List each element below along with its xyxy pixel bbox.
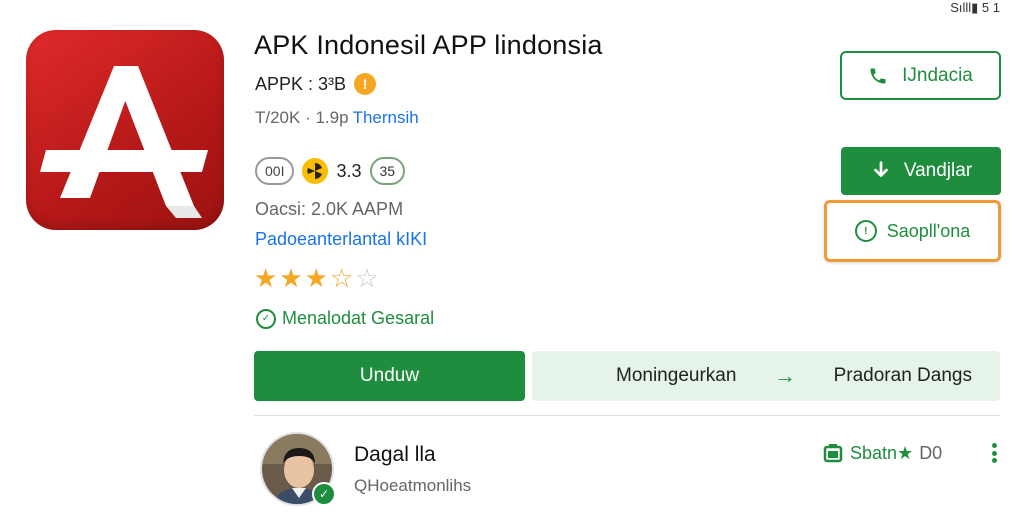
more-vert-icon[interactable] [986, 440, 1002, 466]
star-icon: ★ [254, 263, 278, 293]
stats-row: 00I 3.3 35 [255, 157, 406, 185]
general-row: ✓ Menalodat Gesaral [256, 308, 434, 329]
general-label: Menalodat Gesaral [282, 308, 435, 328]
app-logo-icon [26, 30, 224, 230]
developer-prefix: T/20K · 1.9p [255, 108, 349, 127]
app-link[interactable]: Padoeanterlantal kIKI [255, 229, 427, 250]
contact-label: IJndacia [902, 64, 973, 86]
contact-button[interactable]: IJndacia [840, 51, 1001, 100]
check-circle-icon: ✓ [256, 308, 276, 329]
user-handle: QHoeatmonlihs [354, 476, 472, 495]
avatar[interactable]: ✓ [260, 432, 336, 506]
user-name: Dagal lla [354, 443, 436, 466]
app-size: APPK : 3³B [255, 73, 347, 94]
clock-icon: ! [854, 220, 877, 242]
install-button[interactable]: Vandjlar [841, 147, 1001, 195]
install-label: Vandjlar [903, 160, 973, 181]
user-stats: Sbatn★ D0 [822, 442, 942, 464]
verified-icon: ✓ [312, 482, 336, 506]
divider [254, 415, 1000, 416]
user-stat-value: D0 [919, 442, 943, 463]
arrow-right-icon: → [774, 363, 797, 388]
schedule-label: Saopll'ona [886, 220, 971, 241]
info-icon[interactable]: ! [354, 73, 377, 95]
developer-link[interactable]: Thernsih [353, 108, 419, 128]
status-bar: Sılll▮ 5 1 [950, 0, 1000, 16]
app-logo-svg [40, 66, 208, 218]
rating-value: 3.3 [336, 160, 362, 181]
download-button[interactable]: Unduw [254, 351, 525, 401]
download-icon [873, 161, 888, 177]
fan-icon [302, 158, 329, 184]
install-right-label: Pradoran Dangs [833, 365, 972, 386]
user-stat-label: Sbatn★ [850, 442, 914, 463]
star-half-icon: ☆ [329, 263, 354, 293]
app-info: Oacsi: 2.0K AAPM [255, 199, 404, 219]
status-bar-text: Sılll▮ 5 1 [950, 0, 1000, 15]
star-icon: ★ [304, 263, 328, 293]
schedule-button[interactable]: ! Saopll'ona [824, 200, 1001, 262]
install-options-button[interactable]: Moningeurkan → Pradoran Dangs [532, 351, 1000, 401]
star-rating: ★ ★ ★ ☆ ☆ [254, 263, 379, 293]
star-icon: ★ [279, 263, 303, 293]
install-left-label: Moningeurkan [616, 365, 737, 386]
stat-pill: 00I [255, 157, 295, 185]
star-empty-icon: ☆ [355, 263, 379, 293]
battery-icon [823, 444, 843, 463]
stat-pill-secondary: 35 [369, 157, 406, 185]
developer-row: T/20K · 1.9p Thernsih [255, 108, 419, 128]
app-title: APK Indonesil APP lindonsia [254, 30, 603, 60]
app-size-row: APPK : 3³B ! [255, 73, 377, 95]
phone-icon [870, 68, 886, 83]
